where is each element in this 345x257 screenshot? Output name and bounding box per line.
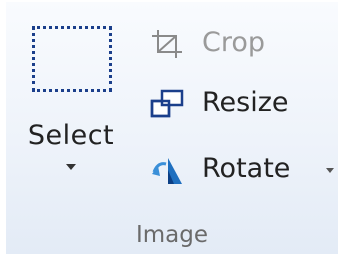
select-button[interactable]: Select — [20, 16, 122, 196]
resize-icon — [150, 89, 184, 118]
crop-button[interactable]: Crop — [146, 22, 336, 66]
rotate-label: Rotate — [202, 153, 291, 184]
selection-rectangle-icon — [32, 26, 112, 92]
select-dropdown-arrow-icon[interactable] — [66, 164, 76, 170]
group-label: Image — [135, 222, 209, 248]
resize-label: Resize — [202, 87, 289, 118]
crop-icon — [152, 30, 182, 58]
rotate-dropdown-arrow-icon[interactable] — [326, 168, 334, 173]
resize-button[interactable]: Resize — [146, 82, 336, 126]
rotate-icon — [152, 158, 182, 184]
image-ribbon-group: Select Crop Resize Rotate Image — [6, 2, 338, 254]
rotate-button[interactable]: Rotate — [146, 148, 336, 192]
select-label: Select — [27, 120, 115, 151]
crop-label: Crop — [202, 27, 266, 58]
